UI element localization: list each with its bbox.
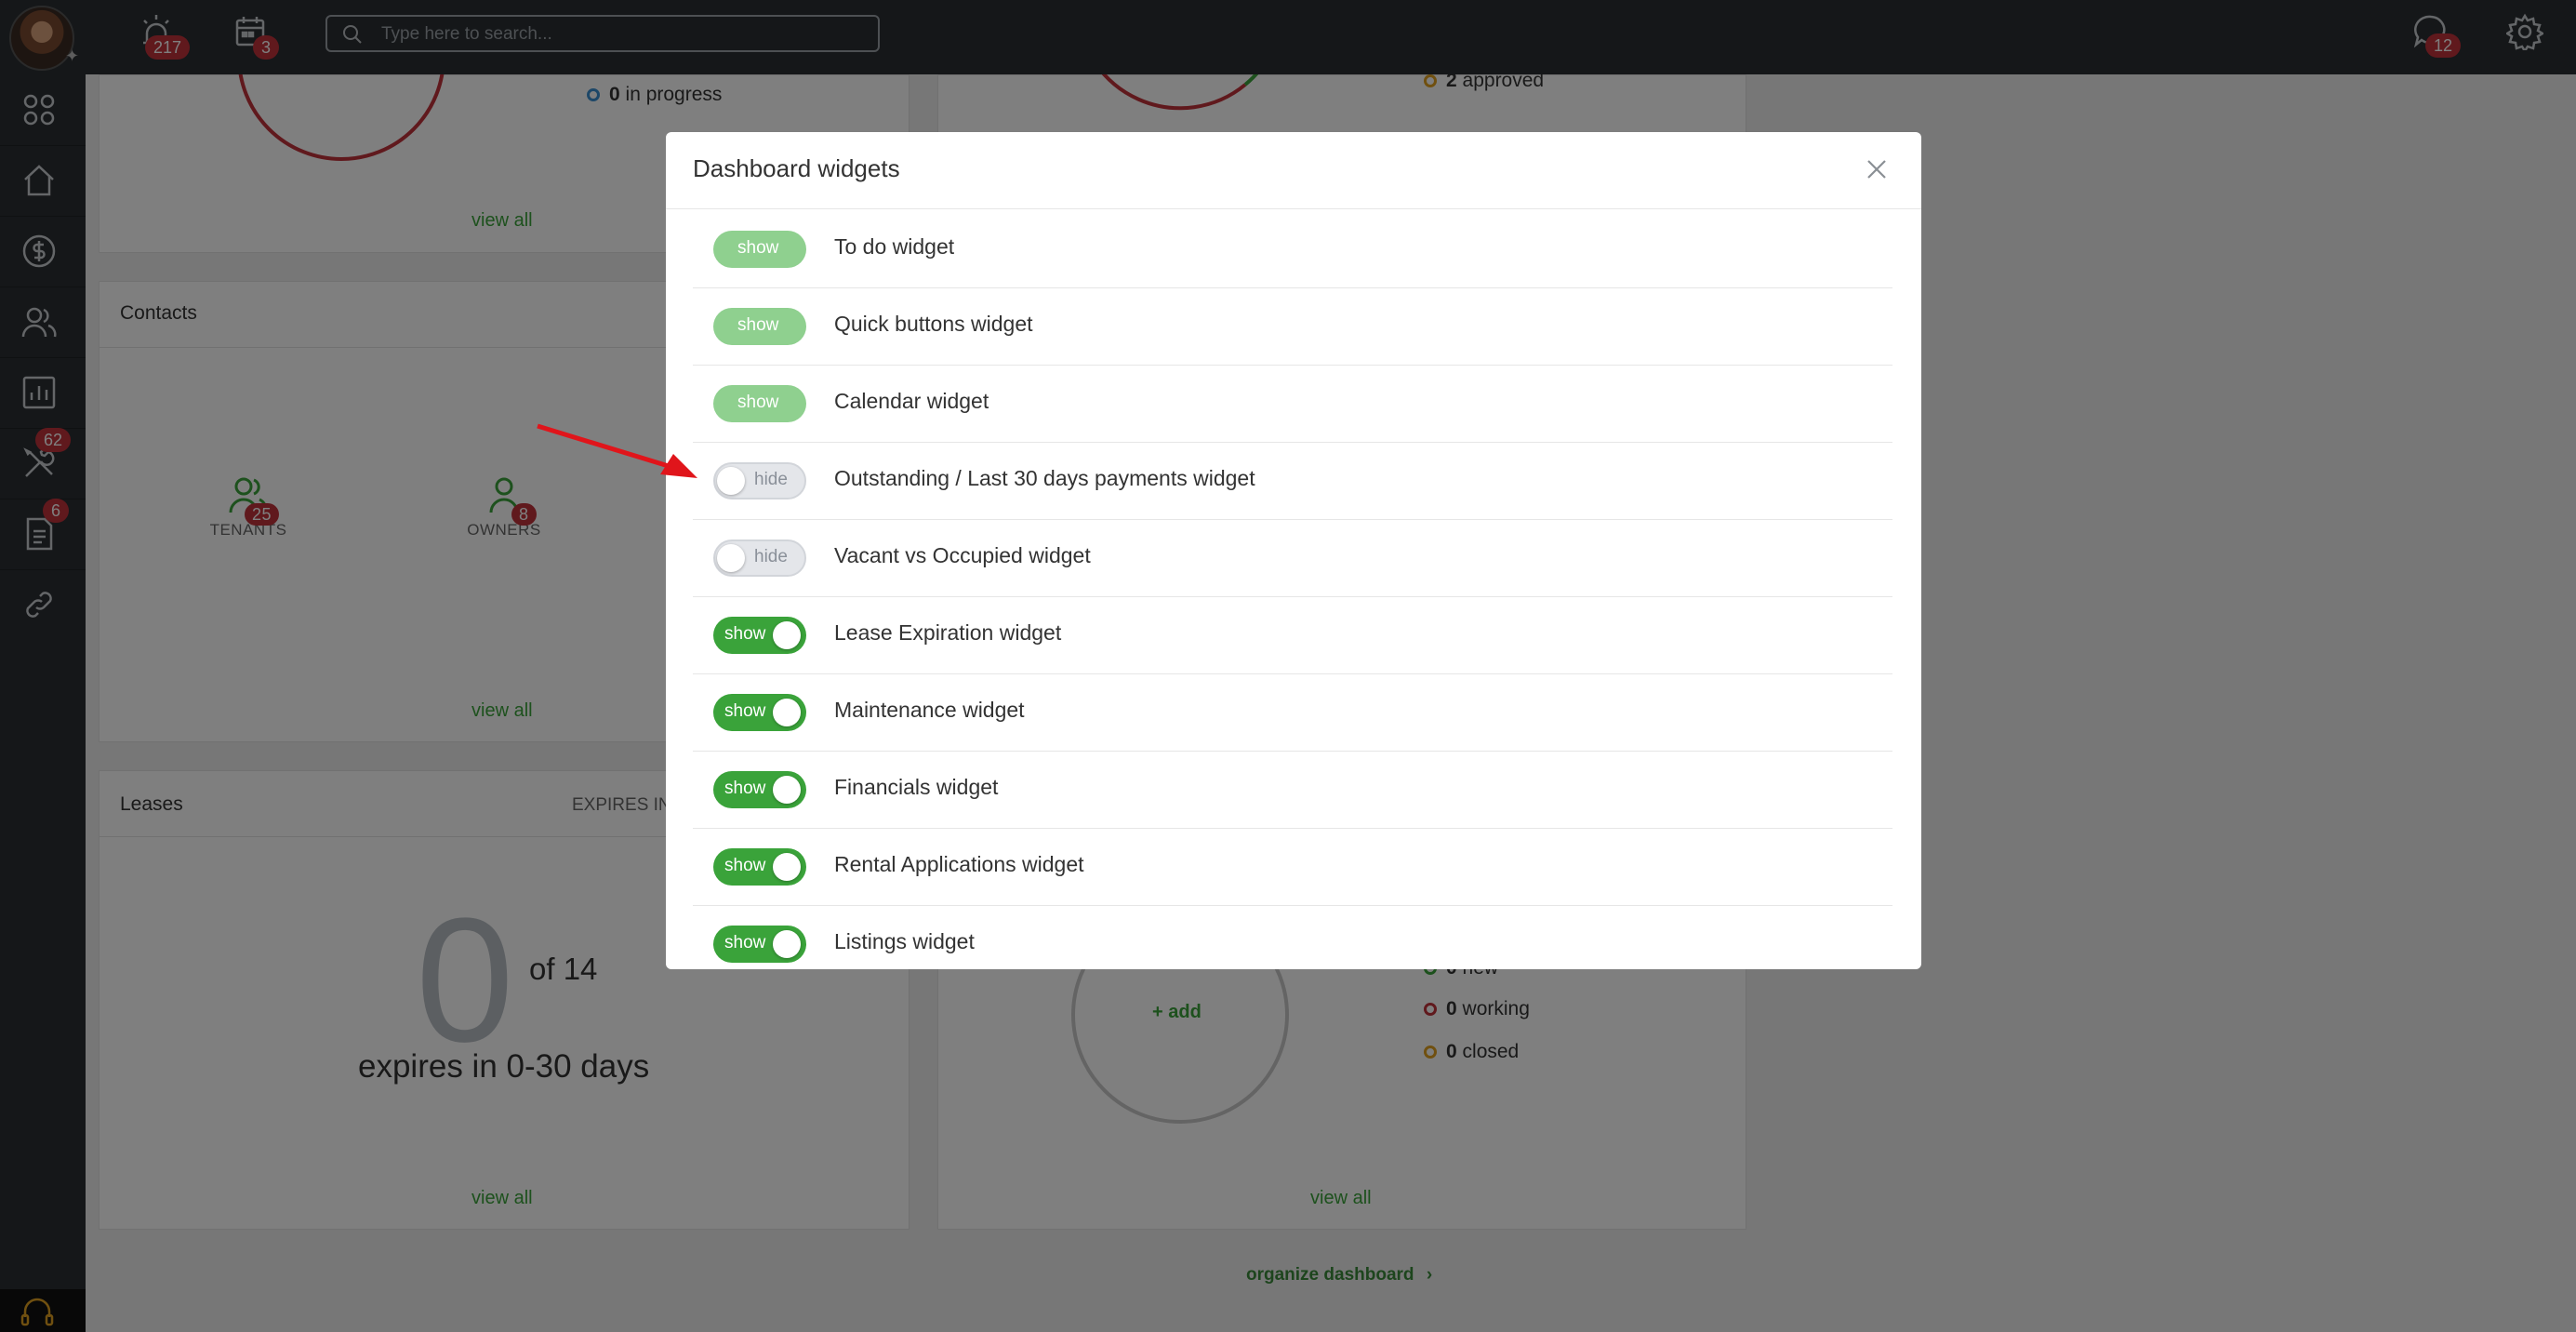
toggle-state-label: show [737,393,779,412]
toggle-state-label: hide [754,547,788,566]
pointer-arrow-icon [537,423,697,478]
widget-label: Rental Applications widget [834,852,1084,876]
toggle-knob [773,930,801,958]
toggle-knob [717,544,745,572]
toggle-state-label: hide [754,470,788,489]
widget-visibility-toggle[interactable]: show [713,385,806,422]
widget-row: show Maintenance widget [693,673,1892,752]
toggle-state-label: show [724,856,766,875]
widget-visibility-toggle[interactable]: show [713,848,806,886]
toggle-state-label: show [724,701,766,721]
widget-visibility-toggle[interactable]: show [713,617,806,654]
toggle-knob [773,776,801,804]
toggle-knob [773,699,801,726]
widget-row: show Financials widget [693,751,1892,829]
widget-row: hide Vacant vs Occupied widget [693,519,1892,597]
widget-visibility-toggle[interactable]: show [713,926,806,963]
toggle-state-label: show [737,315,779,335]
toggle-state-label: show [724,933,766,952]
widget-label: To do widget [834,234,955,259]
widget-label: Financials widget [834,775,999,799]
widget-row: show Quick buttons widget [693,287,1892,366]
toggle-state-label: show [724,624,766,644]
widget-label: Outstanding / Last 30 days payments widg… [834,466,1255,490]
widget-visibility-toggle[interactable]: show [713,771,806,808]
widget-row: show To do widget [693,210,1892,288]
widget-label: Vacant vs Occupied widget [834,543,1091,567]
widget-row: show Lease Expiration widget [693,596,1892,674]
widget-row: show Rental Applications widget [693,828,1892,906]
widget-visibility-toggle[interactable]: show [713,694,806,731]
toggle-knob [773,853,801,881]
widget-label: Calendar widget [834,389,989,413]
widget-visibility-toggle[interactable]: hide [713,462,806,500]
widget-label: Listings widget [834,929,975,953]
widget-visibility-toggle[interactable]: show [713,231,806,268]
toggle-knob [717,467,745,495]
modal-title: Dashboard widgets [693,154,900,182]
widget-label: Quick buttons widget [834,312,1033,336]
toggle-knob [773,621,801,649]
toggle-state-label: show [737,238,779,258]
widget-row: show Listings widget [693,905,1892,969]
widget-label: Maintenance widget [834,698,1025,722]
widget-row: show Calendar widget [693,365,1892,443]
close-icon [1867,160,1886,179]
close-button[interactable] [1860,153,1893,186]
widget-row: hide Outstanding / Last 30 days payments … [693,442,1892,520]
modal-header: Dashboard widgets [666,132,1921,209]
widget-visibility-toggle[interactable]: show [713,308,806,345]
widget-label: Lease Expiration widget [834,620,1062,645]
dashboard-widgets-modal: Dashboard widgets show To do widget show Qu… [666,132,1921,969]
widget-visibility-toggle[interactable]: hide [713,539,806,577]
toggle-state-label: show [724,779,766,798]
